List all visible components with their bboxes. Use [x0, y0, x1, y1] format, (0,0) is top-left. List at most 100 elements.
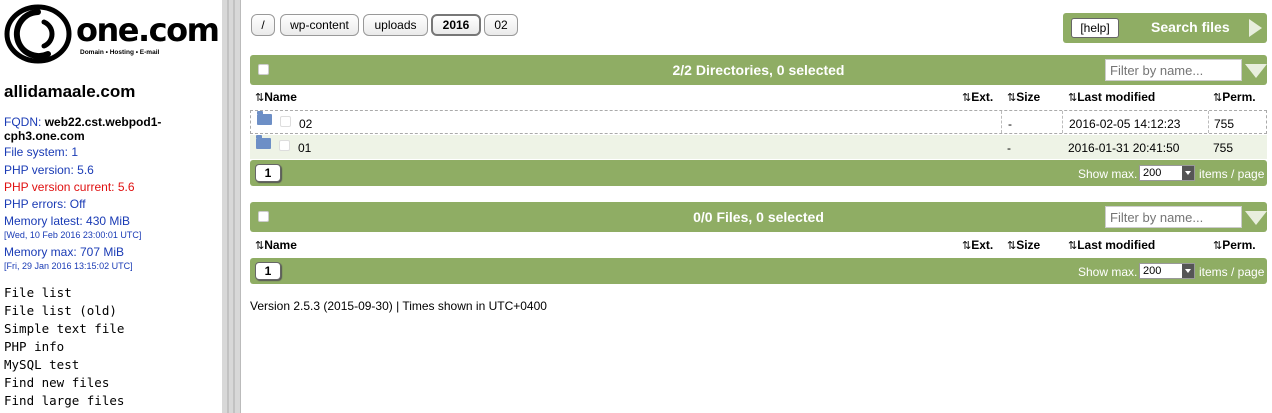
column-size[interactable]: ⇅Size — [1007, 90, 1040, 104]
folder-icon — [256, 135, 271, 149]
column-name-label: Name — [264, 238, 297, 252]
directories-filter-input[interactable] — [1105, 59, 1242, 81]
pane-divider[interactable] — [222, 0, 241, 413]
directories-header-bar: 2/2 Directories, 0 selected — [250, 55, 1267, 85]
page-button-1[interactable]: 1 — [255, 262, 281, 280]
column-size-label: Size — [1016, 238, 1041, 252]
sort-icon: ⇅ — [1068, 92, 1078, 104]
column-separator — [1208, 111, 1209, 133]
breadcrumb-02[interactable]: 02 — [484, 14, 518, 36]
row-perm: 755 — [1213, 141, 1234, 155]
file-system-info: File system: 1 — [4, 145, 79, 159]
search-files-button[interactable]: Search files — [1151, 19, 1230, 35]
sort-icon: ⇅ — [1213, 240, 1223, 252]
column-name[interactable]: ⇅Name — [255, 238, 297, 252]
show-max-value: 200 — [1143, 167, 1162, 179]
column-size[interactable]: ⇅Size — [1007, 238, 1040, 252]
play-arrow-icon[interactable] — [1249, 19, 1262, 37]
nav-item-file-list[interactable]: File list — [4, 284, 124, 302]
column-ext-label: Ext. — [971, 90, 994, 104]
page-button-1[interactable]: 1 — [255, 164, 281, 182]
column-perm-label: Perm. — [1222, 90, 1256, 104]
items-per-page-label: items / page — [1199, 265, 1265, 279]
logo-tagline: Domain • Hosting • E-mail — [80, 49, 160, 56]
column-separator — [1001, 111, 1002, 133]
column-perm-label: Perm. — [1222, 238, 1256, 252]
column-last-modified[interactable]: ⇅Last modified — [1068, 238, 1155, 252]
sort-icon: ⇅ — [962, 92, 972, 104]
sort-icon: ⇅ — [1068, 240, 1078, 252]
memory-max-info: Memory max: 707 MiB [Fri, 29 Jan 2016 13… — [4, 245, 133, 273]
breadcrumb-root[interactable]: / — [251, 14, 275, 36]
row-modified: 2016-01-31 20:41:50 — [1068, 141, 1180, 155]
column-last-modified[interactable]: ⇅Last modified — [1068, 90, 1155, 104]
column-name-label: Name — [264, 90, 297, 104]
show-max-select[interactable]: 200 — [1139, 263, 1195, 279]
sort-icon: ⇅ — [255, 240, 265, 252]
dropdown-arrow-icon — [1185, 171, 1191, 175]
column-ext[interactable]: ⇅Ext. — [962, 238, 993, 252]
memory-max-value: Memory max: 707 MiB — [4, 245, 125, 259]
row-perm: 755 — [1214, 117, 1235, 131]
sort-icon: ⇅ — [1007, 92, 1017, 104]
table-row[interactable]: 01 - 2016-01-31 20:41:50 755 — [250, 135, 1267, 159]
nav-item-find-large-files[interactable]: Find large files — [4, 392, 124, 410]
files-filter-input[interactable] — [1105, 206, 1242, 228]
items-per-page-label: items / page — [1199, 167, 1265, 181]
logo-ring-icon — [4, 4, 72, 64]
nav-item-file-list-old[interactable]: File list (old) — [4, 302, 124, 320]
help-button[interactable]: [help] — [1071, 18, 1119, 38]
files-header-bar: 0/0 Files, 0 selected — [250, 202, 1267, 232]
nav-item-simple-text-file[interactable]: Simple text file — [4, 320, 124, 338]
directories-pager: 1 Show max. 200 items / page — [250, 160, 1267, 186]
sidebar: one.com Domain • Hosting • E-mail allida… — [0, 0, 222, 413]
row-size: - — [1007, 141, 1011, 155]
files-column-header: ⇅Name ⇅Ext. ⇅Size ⇅Last modified ⇅Perm. — [250, 235, 1267, 255]
php-version-current-info: PHP version current: 5.6 — [4, 180, 135, 194]
memory-max-time: [Fri, 29 Jan 2016 13:15:02 UTC] — [4, 261, 133, 271]
dropdown-arrow-icon — [1185, 269, 1191, 273]
php-errors-info: PHP errors: Off — [4, 197, 86, 211]
onecom-logo: one.com Domain • Hosting • E-mail — [4, 4, 222, 64]
column-ext-label: Ext. — [971, 238, 994, 252]
chevron-down-icon[interactable] — [1245, 211, 1267, 225]
sidebar-nav: File list File list (old) Simple text fi… — [4, 284, 124, 410]
show-max-value: 200 — [1143, 265, 1162, 277]
row-name[interactable]: 01 — [298, 141, 311, 155]
column-ext[interactable]: ⇅Ext. — [962, 90, 993, 104]
breadcrumb-2016[interactable]: 2016 — [431, 14, 481, 36]
memory-latest-value: Memory latest: 430 MiB — [4, 214, 131, 228]
column-name[interactable]: ⇅Name — [255, 90, 297, 104]
chevron-down-icon[interactable] — [1245, 64, 1267, 78]
breadcrumb-wp-content[interactable]: wp-content — [280, 14, 359, 36]
files-pager: 1 Show max. 200 items / page — [250, 258, 1267, 284]
column-separator — [1062, 111, 1063, 133]
folder-icon — [257, 111, 272, 125]
row-checkbox[interactable] — [280, 116, 291, 127]
sort-icon: ⇅ — [1007, 240, 1017, 252]
nav-item-php-info[interactable]: PHP info — [4, 338, 124, 356]
show-max-label: Show max. — [1078, 167, 1138, 181]
fqdn-info: FQDN: web22.cst.webpod1-cph3.one.com — [4, 115, 204, 143]
memory-latest-time: [Wed, 10 Feb 2016 23:00:01 UTC] — [4, 230, 142, 240]
row-name[interactable]: 02 — [299, 117, 312, 131]
show-max-select[interactable]: 200 — [1139, 165, 1195, 181]
column-perm[interactable]: ⇅Perm. — [1213, 90, 1256, 104]
row-size: - — [1008, 117, 1012, 131]
fqdn-label: FQDN: — [4, 115, 42, 129]
sort-icon: ⇅ — [255, 92, 265, 104]
site-name: allidamaale.com — [4, 82, 136, 101]
column-perm[interactable]: ⇅Perm. — [1213, 238, 1256, 252]
divider-grip[interactable] — [227, 0, 235, 413]
php-version-info: PHP version: 5.6 — [4, 163, 94, 177]
sort-icon: ⇅ — [1213, 92, 1223, 104]
breadcrumb-uploads[interactable]: uploads — [363, 14, 428, 36]
row-checkbox[interactable] — [279, 140, 290, 151]
main-panel: / wp-content uploads 2016 02 [help] Sear… — [241, 0, 1272, 413]
column-size-label: Size — [1016, 90, 1041, 104]
nav-item-find-new-files[interactable]: Find new files — [4, 374, 124, 392]
nav-item-mysql-test[interactable]: MySQL test — [4, 356, 124, 374]
table-row[interactable]: 02 - 2016-02-05 14:12:23 755 — [250, 110, 1267, 134]
directories-column-header: ⇅Name ⇅Ext. ⇅Size ⇅Last modified ⇅Perm. — [250, 87, 1267, 107]
column-last-modified-label: Last modified — [1077, 238, 1156, 252]
